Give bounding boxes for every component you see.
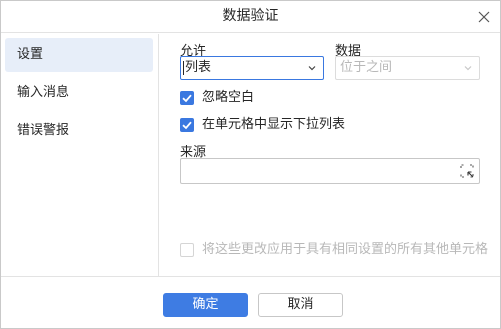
- dialog-footer: 确定 取消: [1, 276, 500, 328]
- settings-panel: 允许 列表 数据 位于之间 忽略空白 在单元格中显示下拉列表 来源 将这些更改应…: [160, 34, 500, 276]
- data-select-value: 位于之间: [340, 60, 393, 75]
- text-caret: [183, 61, 184, 75]
- sidebar-item-input-message[interactable]: 输入消息: [5, 76, 153, 110]
- sidebar: 设置 输入消息 错误警报: [1, 34, 159, 276]
- chevron-down-icon: [464, 66, 472, 71]
- ok-button[interactable]: 确定: [163, 293, 248, 317]
- allow-select-value: 列表: [185, 60, 212, 75]
- in-cell-dropdown-label: 在单元格中显示下拉列表: [202, 117, 346, 132]
- ignore-blank-label: 忽略空白: [202, 90, 255, 105]
- source-input[interactable]: [180, 158, 480, 184]
- sidebar-item-settings[interactable]: 设置: [5, 38, 153, 72]
- cancel-button[interactable]: 取消: [258, 293, 343, 317]
- ignore-blank-checkbox[interactable]: [180, 91, 194, 105]
- chevron-down-icon: [308, 66, 316, 71]
- data-validation-dialog: 数据验证 设置 输入消息 错误警报 允许 列表 数据 位于之间 忽略空白 在单元…: [0, 0, 501, 329]
- in-cell-dropdown-checkbox[interactable]: [180, 118, 194, 132]
- dialog-title: 数据验证: [222, 8, 279, 24]
- checkmark-icon: [182, 121, 192, 130]
- allow-select[interactable]: 列表: [180, 56, 324, 80]
- apply-all-label: 将这些更改应用于具有相同设置的所有其他单元格: [202, 242, 489, 257]
- range-select-icon[interactable]: [460, 164, 474, 178]
- close-icon[interactable]: [474, 7, 494, 27]
- checkmark-icon: [182, 94, 192, 103]
- data-select: 位于之间: [335, 56, 480, 80]
- title-bar: 数据验证: [1, 1, 500, 33]
- apply-all-checkbox: [180, 243, 194, 257]
- sidebar-item-error-alert[interactable]: 错误警报: [5, 114, 153, 148]
